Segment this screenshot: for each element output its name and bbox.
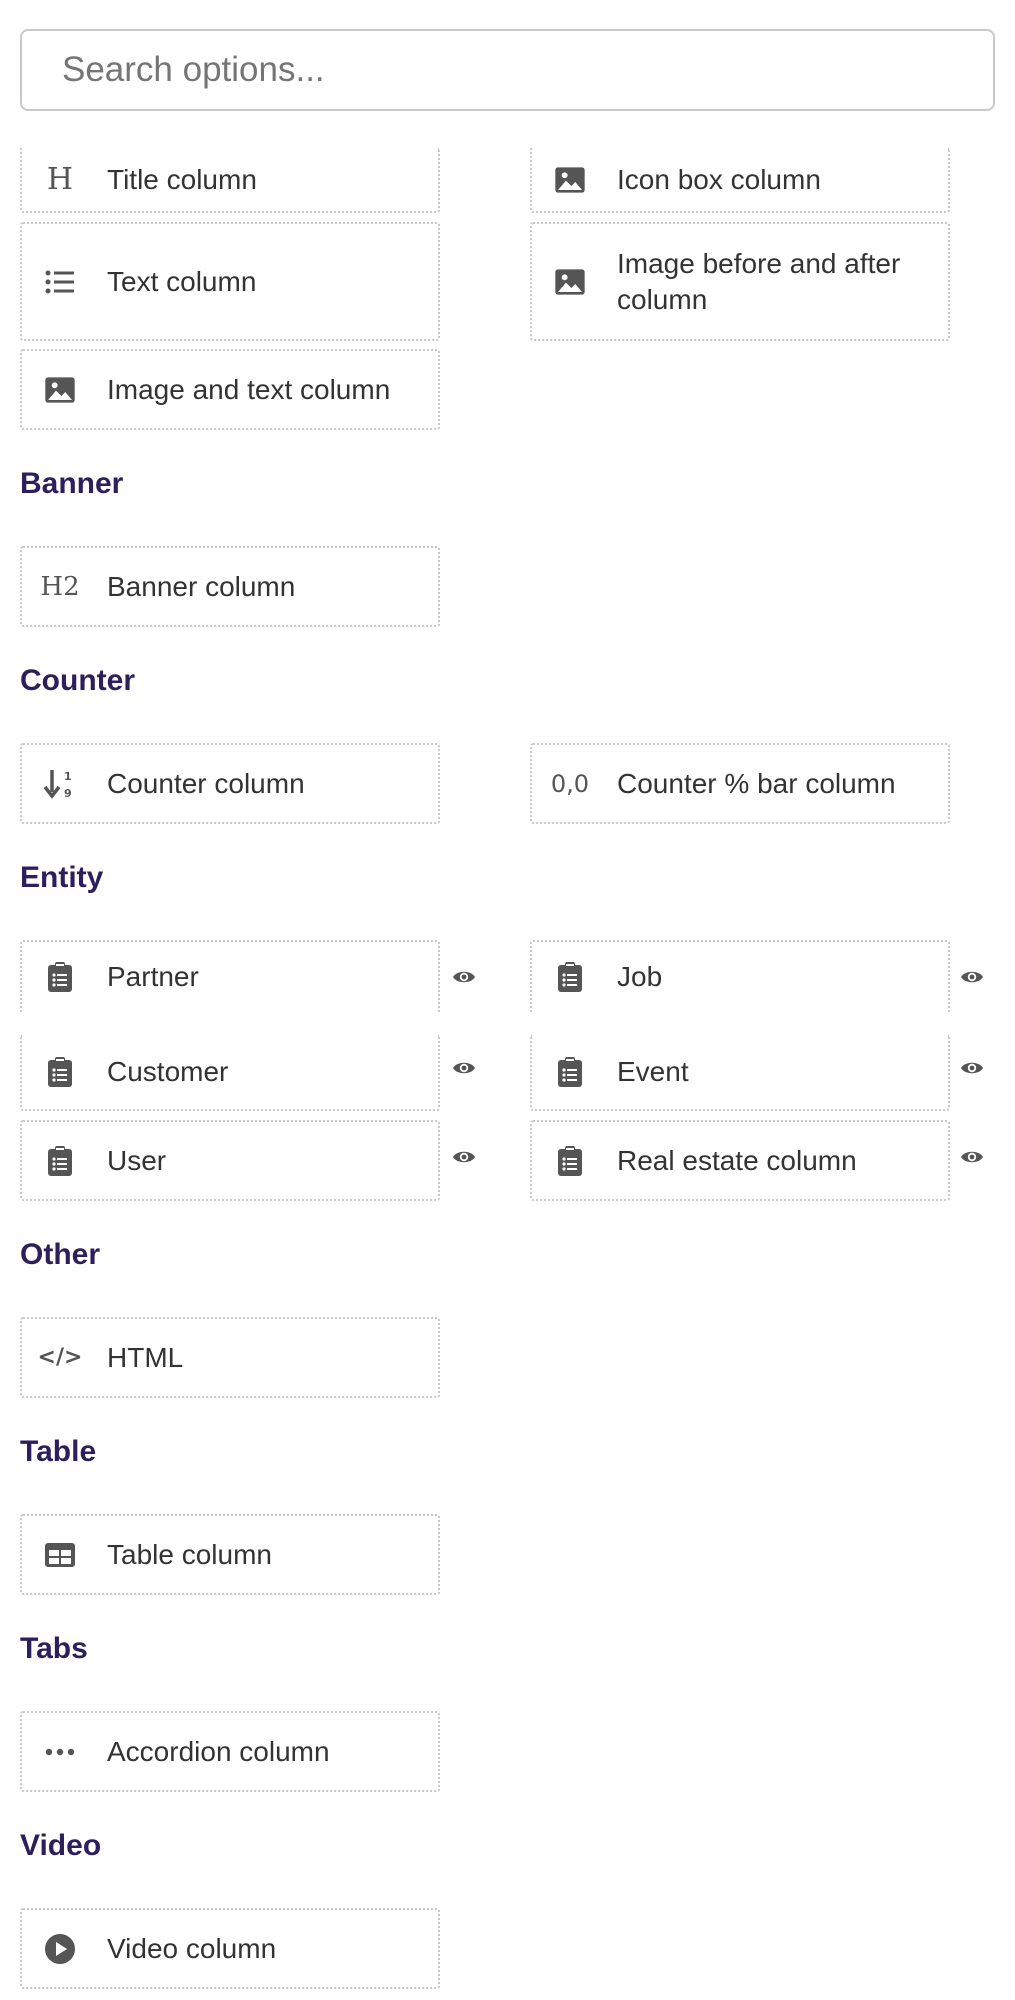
icon-box-column-item[interactable]: Icon box column [530, 148, 950, 213]
section-heading-entity: Entity [20, 861, 104, 894]
clipboard-list-icon [40, 957, 80, 997]
section-heading-other: Other [20, 1238, 101, 1271]
eye-icon[interactable] [449, 1053, 479, 1083]
customer-label: Customer [107, 1056, 229, 1087]
eye-icon[interactable] [957, 962, 987, 992]
eye-icon[interactable] [449, 1142, 479, 1172]
image-before-after-column-item[interactable]: Image before and after column [530, 222, 950, 341]
banner-column-label: Banner column [107, 570, 296, 602]
partner-label: Partner [107, 961, 199, 992]
image-icon [40, 370, 80, 410]
video-column-item[interactable]: Video column [20, 1908, 440, 1989]
search-box[interactable] [20, 29, 995, 111]
section-heading-tabs: Tabs [20, 1632, 88, 1665]
image-icon [550, 160, 590, 200]
image-and-text-column-item[interactable]: Image and text column [20, 349, 440, 430]
sort-numeric-icon: 19 [40, 764, 80, 804]
counter-column-label: Counter column [107, 767, 305, 799]
search-input[interactable] [22, 31, 993, 109]
counter-bar-column-label: Counter % bar column [617, 767, 896, 799]
user-item[interactable]: User [20, 1120, 440, 1201]
eye-icon[interactable] [957, 1053, 987, 1083]
heading-2-icon: H2 [40, 571, 80, 602]
counter-column-item[interactable]: 19 Counter column [20, 743, 440, 824]
job-label: Job [617, 961, 663, 992]
section-heading-banner: Banner [20, 467, 124, 500]
play-circle-icon [40, 1929, 80, 1969]
section-heading-counter: Counter [20, 664, 135, 697]
table-icon [40, 1535, 80, 1575]
title-column-item[interactable]: H Title column [20, 148, 440, 213]
heading-icon: H [46, 162, 74, 197]
real-estate-column-item[interactable]: Real estate column [530, 1120, 950, 1201]
text-column-item[interactable]: Text column [20, 222, 440, 341]
accordion-column-item[interactable]: Accordion column [20, 1711, 440, 1792]
counter-bar-column-item[interactable]: 0,0 Counter % bar column [530, 743, 950, 824]
svg-text:1: 1 [64, 770, 72, 783]
section-heading-table: Table [20, 1435, 97, 1468]
table-column-label: Table column [107, 1538, 272, 1570]
clipboard-list-icon [550, 1052, 590, 1092]
text-column-label: Text column [107, 265, 257, 297]
list-icon [40, 262, 80, 302]
html-item[interactable]: </> HTML [20, 1317, 440, 1398]
video-column-label: Video column [107, 1932, 277, 1964]
job-item[interactable]: Job [530, 940, 950, 1012]
eye-icon[interactable] [449, 962, 479, 992]
clipboard-list-icon [40, 1141, 80, 1181]
accordion-column-label: Accordion column [107, 1735, 330, 1767]
image-icon [550, 262, 590, 302]
section-heading-video: Video [20, 1829, 102, 1862]
banner-column-item[interactable]: H2 Banner column [20, 546, 440, 627]
partner-item[interactable]: Partner [20, 940, 440, 1012]
clipboard-list-icon [550, 1141, 590, 1181]
real-estate-column-label: Real estate column [617, 1144, 857, 1176]
clipboard-list-icon [40, 1052, 80, 1092]
ellipsis-icon [40, 1732, 80, 1772]
title-column-label: Title column [107, 163, 257, 195]
customer-item[interactable]: Customer [20, 1035, 440, 1111]
event-item[interactable]: Event [530, 1035, 950, 1111]
svg-text:9: 9 [64, 787, 72, 800]
table-column-item[interactable]: Table column [20, 1514, 440, 1595]
clipboard-list-icon [550, 957, 590, 997]
decimal-icon: 0,0 [550, 769, 590, 798]
image-before-after-column-label: Image before and after column [617, 247, 901, 315]
user-label: User [107, 1144, 167, 1176]
icon-box-column-label: Icon box column [617, 163, 821, 195]
eye-icon[interactable] [957, 1142, 987, 1172]
html-label: HTML [107, 1341, 184, 1373]
event-label: Event [617, 1056, 689, 1087]
code-icon: </> [37, 1345, 83, 1370]
image-and-text-column-label: Image and text column [107, 373, 391, 405]
